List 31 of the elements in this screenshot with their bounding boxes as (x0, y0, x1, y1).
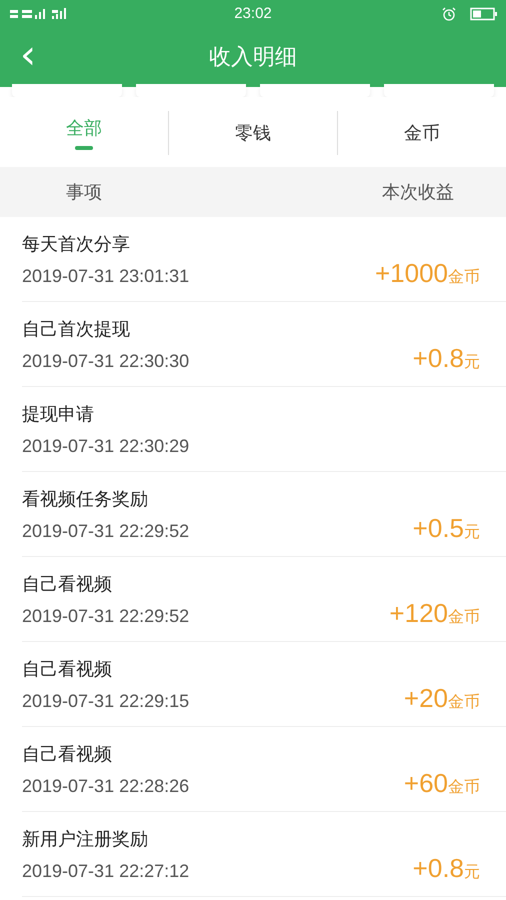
amount: +60金币 (404, 768, 480, 798)
amount: +120金币 (389, 598, 480, 628)
item-title: 自己看视频 (22, 658, 113, 680)
item-title: 看视频任务奖励 (22, 488, 149, 510)
column-header: 事项 (66, 181, 102, 204)
battery-icon (470, 6, 498, 20)
item-time: 2019-07-31 22:29:52 (22, 520, 190, 542)
item-time: 2019-07-31 22:29:52 (22, 606, 190, 626)
item-time: 2019-07-31 22:30:29 (22, 436, 190, 456)
amount: +0.8元 (412, 852, 480, 884)
amount: +0.8元 (412, 342, 480, 374)
status-time: 23:02 (234, 5, 272, 22)
item-time: 2019-07-31 22:30:30 (22, 350, 190, 372)
tab[interactable]: 金币 (338, 111, 506, 155)
item-time: 2019-07-31 23:01:31 (22, 266, 190, 286)
item-time: 2019-07-31 22:27:12 (22, 860, 190, 882)
item-title: 每天首次分享 (22, 232, 131, 256)
item-title: 提现申请 (22, 402, 95, 426)
tab[interactable]: 零钱 (169, 111, 338, 155)
item-title: 自己看视频 (22, 572, 113, 596)
item-time: 2019-07-31 22:28:26 (22, 776, 190, 796)
item-time: 2019-07-31 22:29:15 (22, 690, 190, 712)
page-title: 收入明细 (209, 44, 297, 72)
amount: +20金币 (404, 682, 480, 714)
amount: +1000金币 (374, 258, 480, 288)
column-header: 本次收益 (382, 181, 454, 204)
item-title: 自己看视频 (22, 742, 113, 766)
amount: +0.5元 (412, 512, 480, 544)
item-title: 自己首次提现 (22, 318, 131, 340)
alarm-icon (442, 6, 456, 20)
item-title: 新用户注册奖励 (22, 828, 149, 850)
